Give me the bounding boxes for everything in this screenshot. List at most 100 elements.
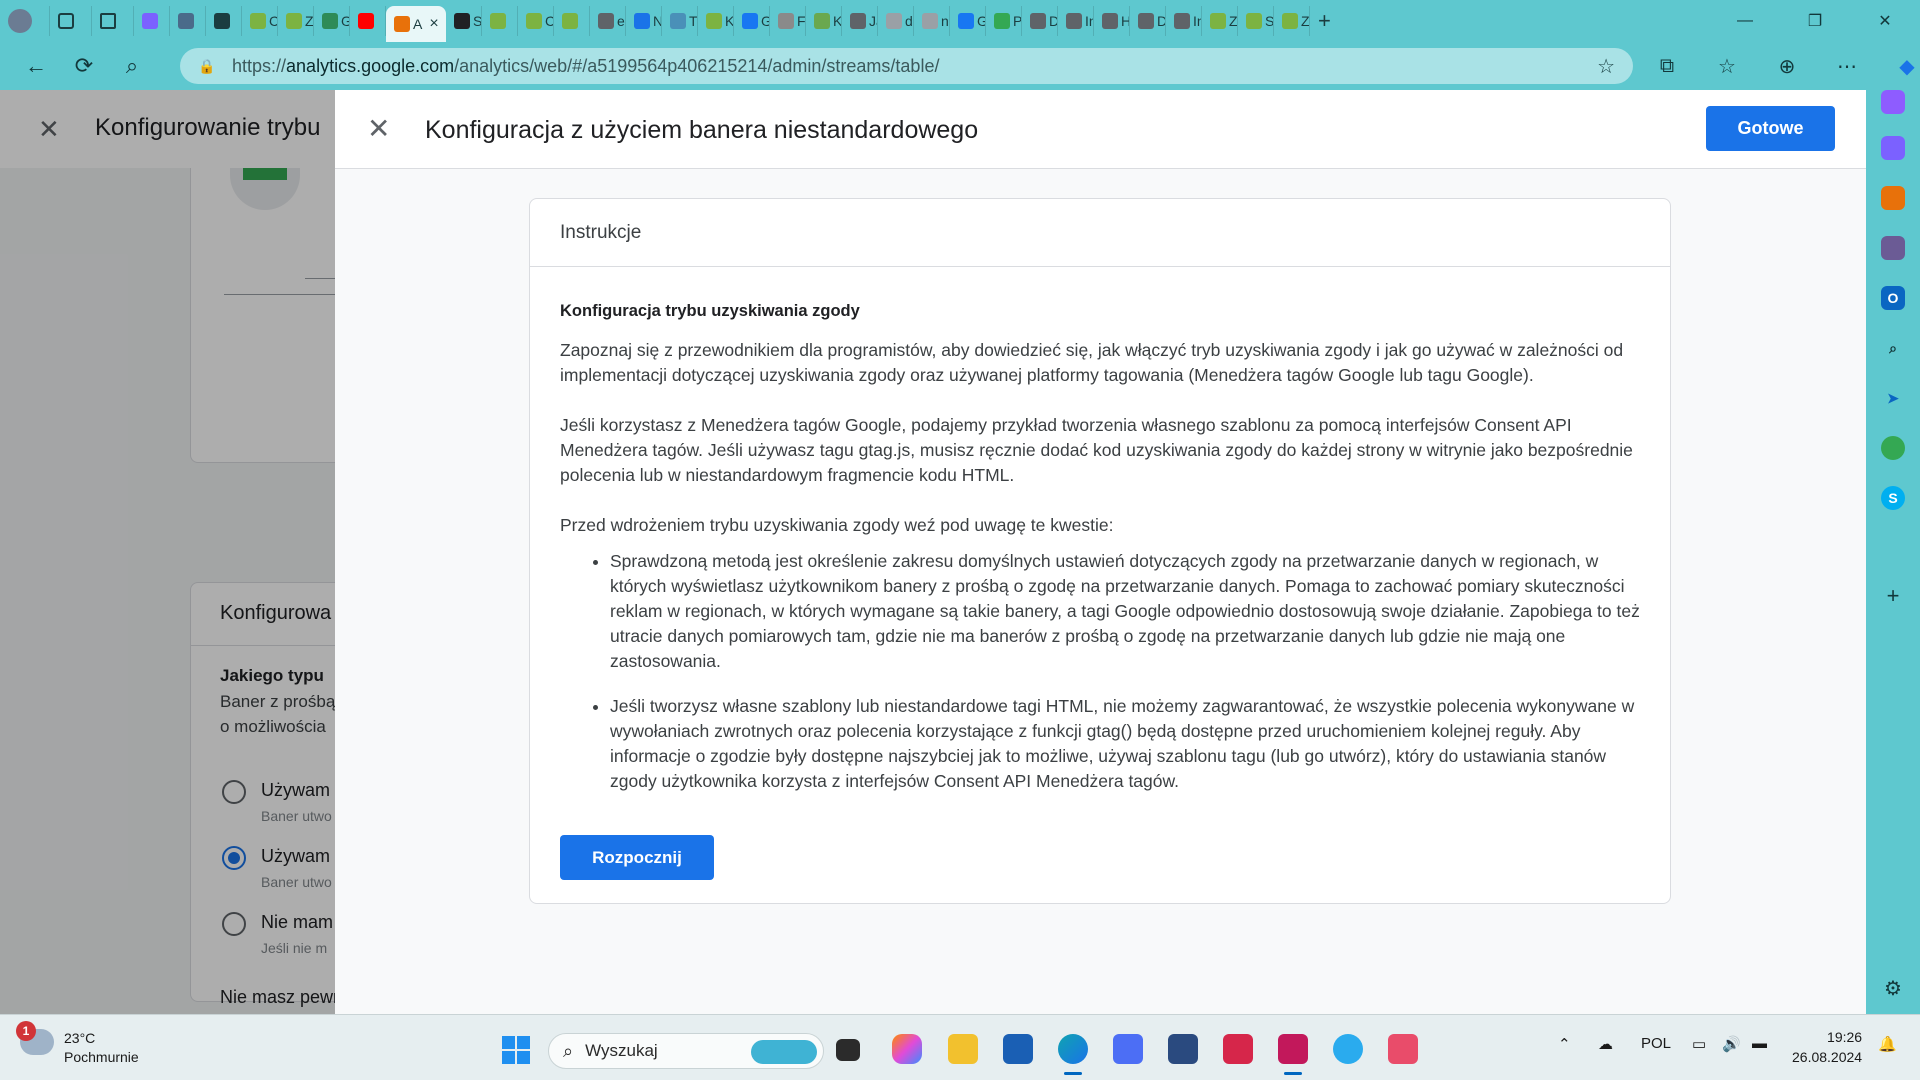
profile-avatar[interactable] (0, 6, 50, 36)
tab[interactable]: N (626, 6, 662, 36)
favorites-icon[interactable]: ☆ (1705, 54, 1749, 79)
search-icon[interactable]: ⌕ (108, 46, 156, 86)
tab[interactable]: K (698, 6, 734, 36)
lock-icon[interactable]: 🔒 (198, 58, 215, 75)
start-button[interactable]: Rozpocznij (560, 835, 714, 880)
new-tab-button[interactable]: + (1310, 6, 1346, 36)
paragraph: Przed wdrożeniem trybu uzyskiwania zgody… (560, 515, 1114, 535)
clock[interactable]: 19:26 26.08.2024 (1792, 1027, 1862, 1067)
onedrive-icon[interactable]: ☁ (1598, 1035, 1613, 1053)
done-button[interactable]: Gotowe (1706, 106, 1835, 151)
panel-header: ✕ Konfiguracja z użyciem banera niestand… (335, 90, 1866, 169)
tab[interactable] (134, 6, 170, 36)
tab[interactable]: P (986, 6, 1022, 36)
tab-active[interactable]: A × (386, 6, 446, 42)
tab[interactable]: D (1130, 6, 1166, 36)
outlook-icon[interactable]: O (1881, 286, 1905, 310)
weather-widget[interactable]: 1 23°C Pochmurnie (16, 1021, 139, 1067)
tab[interactable] (482, 6, 518, 36)
save-app-icon[interactable] (1278, 1034, 1308, 1075)
pdf-app-icon[interactable] (1223, 1034, 1253, 1064)
tab[interactable]: In (1058, 6, 1094, 36)
collections-icon[interactable]: ⊕ (1765, 54, 1809, 79)
more-menu-icon[interactable]: ⋯ (1825, 54, 1869, 79)
snipping-tool-icon[interactable] (1388, 1034, 1418, 1064)
tools-icon[interactable] (1881, 186, 1905, 210)
tab[interactable] (350, 6, 386, 36)
tree-icon[interactable] (1881, 436, 1905, 460)
tab[interactable] (554, 6, 590, 36)
tab[interactable]: e (590, 6, 626, 36)
instructions-card: Instrukcje Konfiguracja trybu uzyskiwani… (529, 198, 1671, 904)
network-icon[interactable]: ▭ (1692, 1035, 1706, 1053)
taskbar-search[interactable]: ⌕ Wyszukaj (548, 1033, 824, 1069)
tab[interactable]: Ja (842, 6, 878, 36)
tab[interactable]: Z (1202, 6, 1238, 36)
tab[interactable]: H (1094, 6, 1130, 36)
edge-browser-icon[interactable] (1058, 1034, 1088, 1075)
telegram-icon[interactable] (1333, 1034, 1363, 1064)
copilot-sidebar-icon[interactable] (1881, 90, 1905, 114)
tab-actions-icon[interactable] (92, 6, 134, 36)
volume-icon[interactable]: 🔊 (1722, 1035, 1741, 1053)
tab[interactable]: Z (1274, 6, 1310, 36)
windows-start-icon[interactable] (502, 1036, 530, 1064)
tab-strip: CZGA×SCeNTKGFKJadnGPDInHDInZSZ+ (0, 0, 1710, 42)
tab[interactable]: In (1166, 6, 1202, 36)
list-item: Jeśli tworzysz własne szablony lub niest… (610, 694, 1645, 794)
address-bar[interactable]: 🔒 https://analytics.google.com/analytics… (180, 48, 1633, 84)
shopping-icon[interactable] (1881, 136, 1905, 160)
games-icon[interactable] (1881, 236, 1905, 260)
tab[interactable]: G (314, 6, 350, 36)
tab[interactable]: C (242, 6, 278, 36)
tab-close-icon[interactable]: × (429, 15, 438, 33)
search-sidebar-icon[interactable]: ⌕ (1881, 336, 1905, 360)
store-icon[interactable] (1003, 1034, 1033, 1064)
tab-label: N (653, 13, 661, 29)
tab[interactable]: K (806, 6, 842, 36)
settings-gear-icon[interactable]: ⚙ (1881, 976, 1905, 1000)
skype-icon[interactable]: S (1881, 486, 1905, 510)
file-explorer-icon[interactable] (948, 1034, 978, 1064)
minimize-button[interactable]: — (1710, 0, 1780, 42)
maximize-button[interactable]: ❐ (1780, 0, 1850, 42)
network-app-icon[interactable] (1113, 1034, 1143, 1064)
notifications-icon[interactable]: 🔔 (1878, 1035, 1897, 1053)
tab[interactable]: C (518, 6, 554, 36)
tab[interactable]: D (1022, 6, 1058, 36)
instructions-title: Instrukcje (560, 222, 642, 243)
refresh-button[interactable]: ⟳ (60, 46, 108, 86)
language-indicator[interactable]: POL (1641, 1035, 1671, 1052)
tab[interactable] (206, 6, 242, 36)
tab[interactable]: G (950, 6, 986, 36)
back-button[interactable]: ← (12, 46, 60, 86)
tab-label: T (689, 13, 698, 29)
battery-icon[interactable]: ▬ (1752, 1035, 1767, 1052)
send-icon[interactable]: ➤ (1881, 386, 1905, 410)
tab[interactable] (170, 6, 206, 36)
modal-scrim[interactable] (0, 90, 335, 1014)
add-icon[interactable]: + (1881, 583, 1905, 608)
close-icon[interactable]: ✕ (367, 112, 390, 145)
tab[interactable]: T (662, 6, 698, 36)
tab[interactable]: d (878, 6, 914, 36)
virtualbox-icon[interactable] (1168, 1034, 1198, 1064)
favorite-star-icon[interactable]: ☆ (1597, 54, 1615, 79)
copilot-icon[interactable]: ◆ (1885, 54, 1920, 79)
tab[interactable]: Z (278, 6, 314, 36)
page-content: ✕ Konfigurowanie trybu Konfigurowa Jakie… (0, 90, 1866, 1014)
browser-tab-bar: CZGA×SCeNTKGFKJadnGPDInHDInZSZ+ — ❐ ✕ (0, 0, 1920, 42)
tab[interactable]: G (734, 6, 770, 36)
copilot-app-icon[interactable] (892, 1034, 922, 1064)
workspaces-icon[interactable] (50, 6, 92, 36)
consent-setup-panel: ✕ Konfiguracja z użyciem banera niestand… (335, 90, 1866, 1014)
tab-favicon-icon (286, 13, 302, 29)
close-window-button[interactable]: ✕ (1850, 0, 1920, 42)
tab[interactable]: S (446, 6, 482, 36)
chevron-up-icon[interactable]: ⌃ (1558, 1035, 1571, 1053)
extensions-icon[interactable]: ⧉ (1645, 55, 1689, 78)
tab[interactable]: n (914, 6, 950, 36)
tab[interactable]: S (1238, 6, 1274, 36)
tab[interactable]: F (770, 6, 806, 36)
task-view-icon[interactable] (836, 1039, 860, 1061)
